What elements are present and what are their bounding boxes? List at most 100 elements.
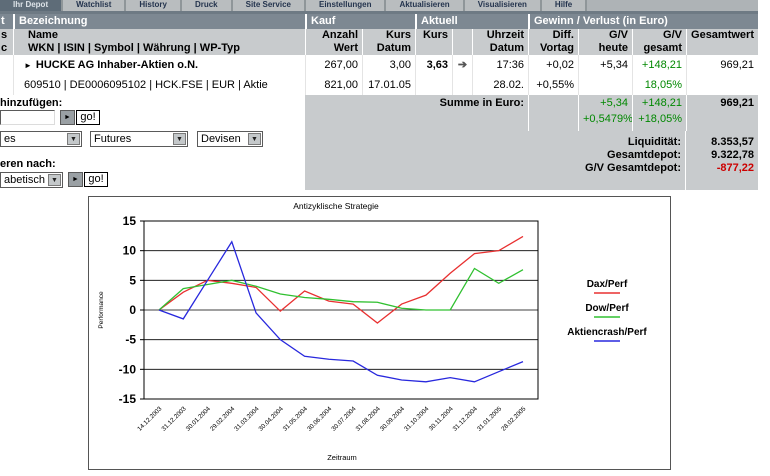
x-tick-label: 30.01.2004 bbox=[185, 405, 213, 433]
strategy-chart: 151050-5-10-1514.12.200331.12.200330.01.… bbox=[88, 196, 671, 470]
subheader-anzahl-wert: Anzahl Wert bbox=[305, 29, 362, 55]
cell-kurs-kauf: 3,00 bbox=[362, 55, 415, 75]
cell-gesamtwert-empty bbox=[686, 75, 758, 95]
tab-ihr-depot[interactable]: Ihr Depot bbox=[0, 0, 63, 11]
add-go-arrow-icon[interactable]: ► bbox=[60, 110, 75, 125]
summary-label: Gesamtdepot: bbox=[305, 149, 685, 162]
add-go-button[interactable]: go! bbox=[76, 110, 100, 125]
x-tick-label: 29.02.2004 bbox=[209, 405, 237, 433]
x-axis-title: Zeitraum bbox=[327, 453, 357, 462]
sort-label: eren nach: bbox=[0, 158, 56, 170]
cell-gv-gesamt-pct: 18,05% bbox=[632, 75, 686, 95]
subheader-stub-line1: s bbox=[1, 29, 12, 42]
summe-label-empty bbox=[305, 111, 528, 131]
legend-label: Aktiencrash/Perf bbox=[567, 327, 647, 338]
x-tick-label: 30.06.2004 bbox=[306, 405, 334, 433]
devisen-select-value: Devisen bbox=[201, 133, 241, 145]
table-group-header-row: t Bezeichnung Kauf Aktuell Gewinn / Verl… bbox=[0, 14, 758, 29]
subheader-uhrzeit: Uhrzeit bbox=[477, 29, 524, 42]
y-tick-label: -5 bbox=[125, 333, 136, 347]
group-header-gewinn-verlust: Gewinn / Verlust (in Euro) bbox=[528, 14, 758, 29]
depot-summary-values: 8.353,579.322,78-877,22 bbox=[686, 131, 758, 190]
depot-summary-box: Liquidität:Gesamtdepot:G/V Gesamtdepot: … bbox=[305, 131, 758, 190]
legend-label: Dax/Perf bbox=[587, 279, 628, 290]
subheader-heute: heute bbox=[583, 42, 628, 55]
position-name-text[interactable]: HUCKE AG Inhaber-Aktien o.N. bbox=[36, 59, 198, 71]
sort-go-arrow-icon[interactable]: ► bbox=[68, 172, 83, 187]
subheader-datum-aktuell: Datum bbox=[477, 42, 524, 55]
summe-gesamtwert-empty bbox=[686, 111, 758, 131]
summe-gv-heute: +5,34 bbox=[578, 95, 632, 111]
x-tick-label: 28.02.2005 bbox=[500, 405, 528, 433]
x-tick-label: 30.07.2004 bbox=[330, 405, 358, 433]
subheader-stub-line2: c bbox=[1, 42, 12, 55]
row-stub bbox=[0, 55, 13, 75]
tab-hilfe[interactable]: Hilfe bbox=[542, 0, 587, 11]
subheader-gesamt: gesamt bbox=[637, 42, 682, 55]
devisen-select[interactable]: Devisen ▼ bbox=[197, 131, 263, 147]
summe-gv-heute-pct: +0,5479% bbox=[578, 111, 632, 131]
tab-history[interactable]: History bbox=[126, 0, 182, 11]
y-tick-label: 10 bbox=[123, 244, 137, 258]
y-tick-label: -10 bbox=[119, 362, 137, 376]
subheader-gesamtwert: Gesamtwert bbox=[686, 29, 758, 55]
summe-gesamtwert: 969,21 bbox=[686, 95, 758, 111]
tab-site-service[interactable]: Site Service bbox=[233, 0, 306, 11]
row-stub2 bbox=[0, 75, 13, 95]
position-name[interactable]: ► HUCKE AG Inhaber-Aktien o.N. bbox=[13, 55, 305, 75]
summary-label: Liquidität: bbox=[305, 136, 685, 149]
cell-kurs-datum: 17.01.05 bbox=[362, 75, 415, 95]
tab-aktualisieren[interactable]: Aktualisieren bbox=[386, 0, 464, 11]
position-details: 609510 | DE0006095102 | HCK.FSE | EUR | … bbox=[13, 75, 305, 95]
summe-diff-empty bbox=[528, 95, 578, 111]
subheader-gv1: G/V bbox=[583, 29, 628, 42]
position-row-line2: 609510 | DE0006095102 | HCK.FSE | EUR | … bbox=[0, 75, 758, 95]
add-label: hinzufügen: bbox=[0, 97, 62, 109]
futures-select-value: Futures bbox=[94, 133, 131, 145]
devisen-select-dropdown-icon[interactable]: ▼ bbox=[248, 133, 261, 145]
trend-arrow-icon: ➔ bbox=[452, 55, 472, 75]
subheader-diff-vortag: Diff. Vortag bbox=[528, 29, 578, 55]
summe-label: Summe in Euro: bbox=[305, 95, 528, 111]
group-header-kauf: Kauf bbox=[305, 14, 415, 29]
depot-application: Ihr DepotWatchlistHistoryDruckSite Servi… bbox=[0, 0, 770, 476]
add-symbol-input[interactable] bbox=[0, 110, 55, 125]
sort-select-dropdown-icon[interactable]: ▼ bbox=[48, 174, 61, 186]
table-subheader-row: s c Name WKN | ISIN | Symbol | Währung |… bbox=[0, 29, 758, 55]
futures-select[interactable]: Futures ▼ bbox=[90, 131, 188, 147]
series-line-dow-perf bbox=[159, 268, 523, 310]
sort-go-button[interactable]: go! bbox=[84, 172, 108, 187]
index-select-dropdown-icon[interactable]: ▼ bbox=[67, 133, 80, 145]
summe-row-line2: +0,5479% +18,05% bbox=[305, 111, 758, 131]
tab-watchlist[interactable]: Watchlist bbox=[63, 0, 126, 11]
sort-select-value: abetisch bbox=[4, 174, 45, 186]
group-header-bezeichnung: Bezeichnung bbox=[13, 14, 305, 29]
sort-select[interactable]: abetisch ▼ bbox=[0, 172, 63, 188]
subheader-kurs-kauf: Kurs bbox=[367, 29, 411, 42]
position-row-line1: ►HUCKE AG Inhaber-Aktien o.N. 267,00 3,0… bbox=[0, 55, 758, 75]
group-header-aktuell: Aktuell bbox=[415, 14, 528, 29]
summary-value: -877,22 bbox=[686, 162, 758, 175]
index-select[interactable]: es ▼ bbox=[0, 131, 82, 147]
tab-bar: Ihr DepotWatchlistHistoryDruckSite Servi… bbox=[0, 0, 758, 11]
summary-value: 9.322,78 bbox=[686, 149, 758, 162]
subheader-gv-heute: G/V heute bbox=[578, 29, 632, 55]
expand-icon[interactable]: ► bbox=[24, 61, 32, 70]
cell-gv-heute: +5,34 bbox=[578, 55, 632, 75]
summe-gv-gesamt-pct: +18,05% bbox=[632, 111, 686, 131]
legend-label: Dow/Perf bbox=[585, 303, 629, 314]
summe-diff-empty2 bbox=[528, 111, 578, 131]
index-select-value: es bbox=[4, 133, 16, 145]
cell-gv-gesamt: +148,21 bbox=[632, 55, 686, 75]
subheader-anzahl: Anzahl bbox=[310, 29, 358, 42]
x-tick-label: 31.08.2004 bbox=[355, 405, 383, 433]
subheader-datum-kauf: Datum bbox=[367, 42, 411, 55]
cell-diff-vortag: +0,02 bbox=[528, 55, 578, 75]
subheader-vortag: Vortag bbox=[533, 42, 574, 55]
cell-kurs-aktuell-empty bbox=[415, 75, 452, 95]
chart-title: Antizyklische Strategie bbox=[293, 201, 379, 211]
tab-visualisieren[interactable]: Visualisieren bbox=[465, 0, 542, 11]
tab-druck[interactable]: Druck bbox=[182, 0, 233, 11]
futures-select-dropdown-icon[interactable]: ▼ bbox=[173, 133, 186, 145]
tab-einstellungen[interactable]: Einstellungen bbox=[306, 0, 386, 11]
